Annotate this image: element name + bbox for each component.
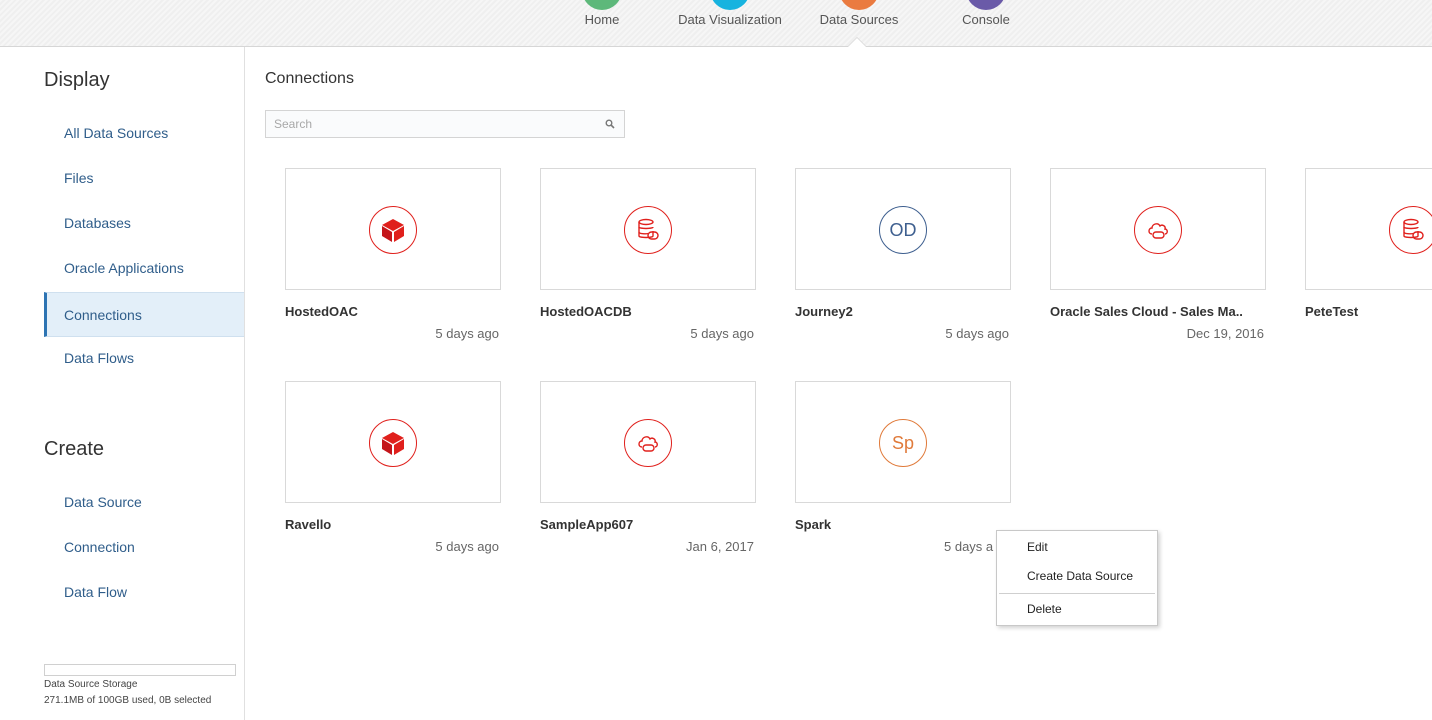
sidebar-item-all-data-sources[interactable]: All Data Sources bbox=[44, 111, 244, 156]
nav-data-visualization-label: Data Visualization bbox=[678, 12, 782, 27]
create-connection-link[interactable]: Connection bbox=[44, 525, 244, 570]
card-name: HostedOACDB bbox=[540, 304, 632, 319]
connection-card-sampleapp607[interactable]: SampleApp607 Jan 6, 2017 bbox=[540, 381, 756, 561]
create-data-flow-link[interactable]: Data Flow bbox=[44, 570, 244, 615]
sidebar-item-oracle-applications[interactable]: Oracle Applications bbox=[44, 246, 244, 291]
search-icon[interactable] bbox=[605, 119, 615, 129]
menu-item-edit[interactable]: Edit bbox=[997, 533, 1157, 561]
card-name: Ravello bbox=[285, 517, 332, 532]
connection-card-spark[interactable]: Sp Spark 5 days a bbox=[795, 381, 1011, 561]
search-input[interactable] bbox=[266, 111, 586, 137]
nav-console-label: Console bbox=[962, 12, 1010, 27]
card-name: PeteTest bbox=[1305, 304, 1359, 319]
page-title: Connections bbox=[265, 70, 354, 87]
card-thumbnail[interactable] bbox=[285, 168, 501, 290]
connection-card-journey2[interactable]: OD Journey2 5 days ago bbox=[795, 168, 1011, 348]
nav-home[interactable]: Home bbox=[570, 0, 634, 47]
menu-item-create-data-source[interactable]: Create Data Source bbox=[997, 562, 1157, 590]
home-icon bbox=[582, 0, 622, 10]
card-thumbnail[interactable]: Sp bbox=[795, 381, 1011, 503]
data-sources-icon bbox=[839, 0, 879, 10]
cube-icon bbox=[369, 419, 417, 467]
card-thumbnail[interactable] bbox=[540, 168, 756, 290]
card-name: Journey2 bbox=[795, 304, 853, 319]
initials-icon: OD bbox=[879, 206, 927, 254]
initials-icon: Sp bbox=[879, 419, 927, 467]
card-name: SampleApp607 bbox=[540, 517, 634, 532]
storage-usage: 271.1MB of 100GB used, 0B selected bbox=[44, 695, 212, 706]
search-box bbox=[265, 110, 625, 138]
database-icon bbox=[624, 206, 672, 254]
card-date: 5 days ago bbox=[435, 326, 499, 341]
active-nav-pointer bbox=[848, 38, 866, 47]
storage-usage-bar bbox=[44, 664, 236, 676]
data-visualization-icon bbox=[710, 0, 750, 10]
console-icon bbox=[966, 0, 1006, 10]
connection-card-ravello[interactable]: Ravello 5 days ago bbox=[285, 381, 501, 561]
nav-console[interactable]: Console bbox=[948, 0, 1024, 47]
card-date: 5 days ago bbox=[435, 539, 499, 554]
storage-title: Data Source Storage bbox=[44, 679, 138, 690]
card-thumbnail[interactable] bbox=[285, 381, 501, 503]
nav-home-label: Home bbox=[584, 12, 620, 27]
cloud-icon bbox=[624, 419, 672, 467]
display-heading: Display bbox=[44, 69, 110, 91]
create-heading: Create bbox=[44, 438, 105, 460]
card-name: Spark bbox=[795, 517, 832, 532]
card-date: 5 days a bbox=[944, 539, 994, 554]
connection-card-oracle-sales-cloud[interactable]: Oracle Sales Cloud - Sales Ma.. Dec 19, … bbox=[1050, 168, 1266, 348]
connection-card-petetest[interactable]: PeteTest bbox=[1305, 168, 1432, 348]
nav-data-visualization[interactable]: Data Visualization bbox=[670, 0, 790, 47]
menu-separator bbox=[999, 593, 1155, 594]
card-name: HostedOAC bbox=[285, 304, 358, 319]
top-navigation: Home Data Visualization Data Sources Con… bbox=[0, 0, 1432, 47]
card-date: Jan 6, 2017 bbox=[686, 539, 754, 554]
card-date: 5 days ago bbox=[945, 326, 1009, 341]
sidebar-item-databases[interactable]: Databases bbox=[44, 201, 244, 246]
card-thumbnail[interactable] bbox=[540, 381, 756, 503]
connection-card-hostedoacdb[interactable]: HostedOACDB 5 days ago bbox=[540, 168, 756, 348]
card-thumbnail[interactable] bbox=[1305, 168, 1432, 290]
sidebar: Display All Data Sources Files Databases… bbox=[0, 47, 245, 720]
sidebar-item-data-flows[interactable]: Data Flows bbox=[44, 336, 244, 381]
connection-card-hostedoac[interactable]: HostedOAC 5 days ago bbox=[285, 168, 501, 348]
card-date: 5 days ago bbox=[690, 326, 754, 341]
create-data-source-link[interactable]: Data Source bbox=[44, 480, 244, 525]
card-date: Dec 19, 2016 bbox=[1186, 326, 1264, 341]
sidebar-item-connections[interactable]: Connections bbox=[44, 292, 244, 337]
sidebar-item-files[interactable]: Files bbox=[44, 156, 244, 201]
menu-item-delete[interactable]: Delete bbox=[997, 595, 1157, 623]
cube-icon bbox=[369, 206, 417, 254]
nav-data-sources-label: Data Sources bbox=[819, 12, 899, 27]
card-thumbnail[interactable] bbox=[1050, 168, 1266, 290]
card-name: Oracle Sales Cloud - Sales Ma.. bbox=[1050, 304, 1243, 319]
cloud-icon bbox=[1134, 206, 1182, 254]
database-icon bbox=[1389, 206, 1432, 254]
context-menu: Edit Create Data Source Delete bbox=[996, 530, 1158, 626]
card-thumbnail[interactable]: OD bbox=[795, 168, 1011, 290]
